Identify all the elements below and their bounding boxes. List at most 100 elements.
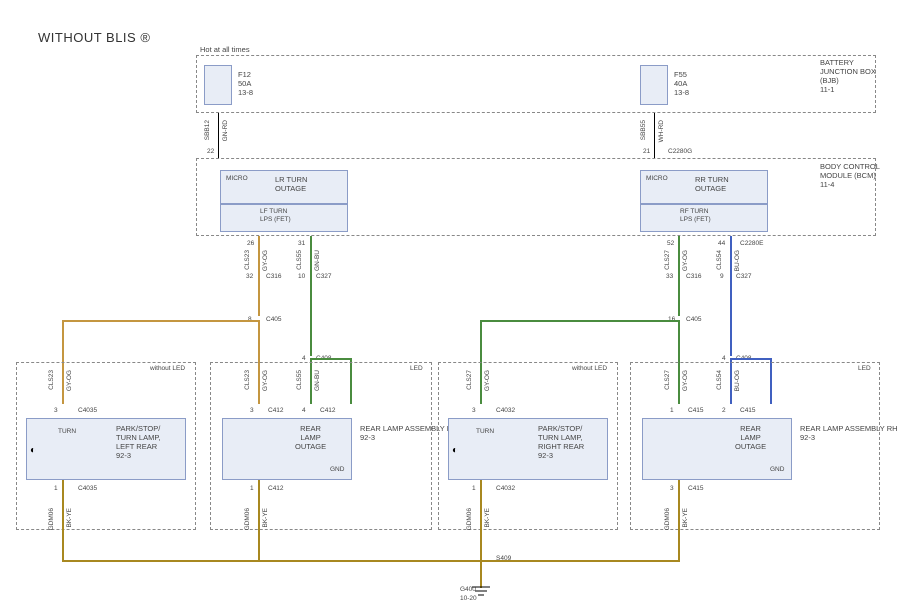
fuse-f12: [204, 65, 232, 105]
pin-c-bot: 1: [472, 485, 476, 493]
bjb-container: [196, 55, 876, 113]
gnd-d: GND: [770, 466, 784, 474]
micro-l: MICRO: [226, 175, 248, 183]
rr-t2: OUTAGE: [695, 184, 726, 193]
wl-gdm06-d: GDM06: [664, 508, 672, 530]
wire-h-bu-r2: [730, 358, 770, 360]
rr-t1: RR TURN: [695, 175, 729, 184]
wl-cls55-a: CLS55: [296, 250, 304, 270]
ld1: REAR: [740, 424, 761, 433]
splice-s409: S409: [496, 555, 511, 563]
pin-9: 9: [720, 273, 724, 281]
f12-rating: 50A: [238, 79, 251, 88]
lf-s1: LF TURN: [260, 208, 287, 215]
conn-c327-r: C327: [736, 273, 752, 281]
pin-33: 33: [666, 273, 673, 281]
gnd-b: GND: [330, 466, 344, 474]
lb-assy-ref: 92-3: [360, 433, 375, 442]
pin-b-top2: 4: [302, 407, 306, 415]
gnd-wire-c: [480, 480, 482, 560]
lamp-d-assy: REAR LAMP ASSEMBLY RH 92-3: [800, 424, 898, 442]
f12-name: F12: [238, 70, 251, 79]
bulb-icon-a: ◐: [30, 445, 36, 456]
lr-t2: OUTAGE: [275, 184, 306, 193]
gnd-drop: [480, 560, 482, 588]
diagram-title: WITHOUT BLIS ®: [38, 30, 150, 45]
wire-whrd: WH-RD: [658, 120, 666, 142]
wl-gdm06-b: GDM06: [244, 508, 252, 530]
wl-bkye-a: BK-YE: [66, 508, 74, 528]
lf-turn-label: LF TURN LPS (FET): [260, 208, 291, 224]
conn-c405-r: C405: [686, 316, 702, 324]
conn-d-top1: C415: [688, 407, 704, 415]
pin-d-top1: 1: [670, 407, 674, 415]
f12-ref: 13-8: [238, 88, 253, 97]
conn-c2280e: C2280E: [740, 240, 764, 248]
lamp-a-box: [26, 418, 186, 480]
bjb-ref: 11-1: [820, 85, 834, 94]
wl-bkye-b: BK-YE: [262, 508, 270, 528]
pin-d-bot: 3: [670, 485, 674, 493]
conn-d-top2: C415: [740, 407, 756, 415]
group-d-label: LED: [858, 365, 871, 373]
ld-assy-ref: 92-3: [800, 433, 815, 442]
la1: PARK/STOP/: [116, 424, 160, 433]
wire-h-og-l: [62, 320, 258, 322]
wl-cls27-a: CLS27: [664, 250, 672, 270]
bjb-title: BATTERY JUNCTION BOX (BJB)11-1: [820, 58, 880, 94]
fuse-f55: [640, 65, 668, 105]
turn-a: TURN: [58, 428, 76, 436]
wire-bjb-bcm-r: [654, 113, 655, 158]
wl-gyog-b: GY-OG: [682, 250, 690, 271]
pin-b-top1: 3: [250, 407, 254, 415]
f55-ref: 13-8: [674, 88, 689, 97]
wire-h-gn-l2: [310, 358, 350, 360]
hot-label: Hot at all times: [200, 45, 250, 54]
conn-b-top1: C412: [268, 407, 284, 415]
lf-s2: LPS (FET): [260, 216, 291, 223]
bcm-ref: 11-4: [820, 180, 834, 189]
conn-c327-l: C327: [316, 273, 332, 281]
lr-turn-label: LR TURN OUTAGE: [275, 175, 307, 193]
pin-a-bot: 1: [54, 485, 58, 493]
wl-gdm06-c: GDM06: [466, 508, 474, 530]
la4: 92-3: [116, 451, 131, 460]
wire-cls23-l: [258, 236, 260, 316]
micro-r: MICRO: [646, 175, 668, 183]
wire-cls54-r: [730, 236, 732, 356]
wire-cls55-l: [310, 236, 312, 356]
rf-s1: RF TURN: [680, 208, 708, 215]
conn-c405-l: C405: [266, 316, 282, 324]
fuse-f12-label: F12 50A 13-8: [238, 70, 253, 97]
lc2: TURN LAMP,: [538, 433, 582, 442]
gnd-wire-b: [258, 480, 260, 560]
lc1: PARK/STOP/: [538, 424, 582, 433]
wl-bkye-d: BK-YE: [682, 508, 690, 528]
ground-icon: [472, 585, 490, 599]
f55-name: F55: [674, 70, 687, 79]
wire-gnrd: GN-RD: [222, 120, 230, 141]
wire-bjb-bcm-l: [218, 113, 219, 158]
pin-10: 10: [298, 273, 305, 281]
lb2: LAMP: [300, 433, 320, 442]
conn-a-top: C4035: [78, 407, 97, 415]
wire-sbb55: SBB55: [640, 120, 648, 140]
conn-d-bot: C415: [688, 485, 704, 493]
wl-cls54-a: CLS54: [716, 250, 724, 270]
fuse-f55-label: F55 40A 13-8: [674, 70, 689, 97]
la3: LEFT REAR: [116, 442, 157, 451]
gnd-bus: [62, 560, 680, 562]
group-c-label: without LED: [572, 365, 607, 373]
rf-turn-label: RF TURN LPS (FET): [680, 208, 711, 224]
conn-c316-l: C316: [266, 273, 282, 281]
lb3: OUTAGE: [295, 442, 326, 451]
la2: TURN LAMP,: [116, 433, 160, 442]
pin-26: 26: [247, 240, 254, 248]
bjb-title-text: BATTERY JUNCTION BOX (BJB): [820, 58, 876, 85]
wire-sbb12: SBB12: [204, 120, 212, 140]
conn-c-top: C4032: [496, 407, 515, 415]
ld3: OUTAGE: [735, 442, 766, 451]
lamp-d-title: REAR LAMP OUTAGE: [735, 424, 766, 451]
wire-h-gn-r: [480, 320, 680, 322]
conn-c316-r: C316: [686, 273, 702, 281]
